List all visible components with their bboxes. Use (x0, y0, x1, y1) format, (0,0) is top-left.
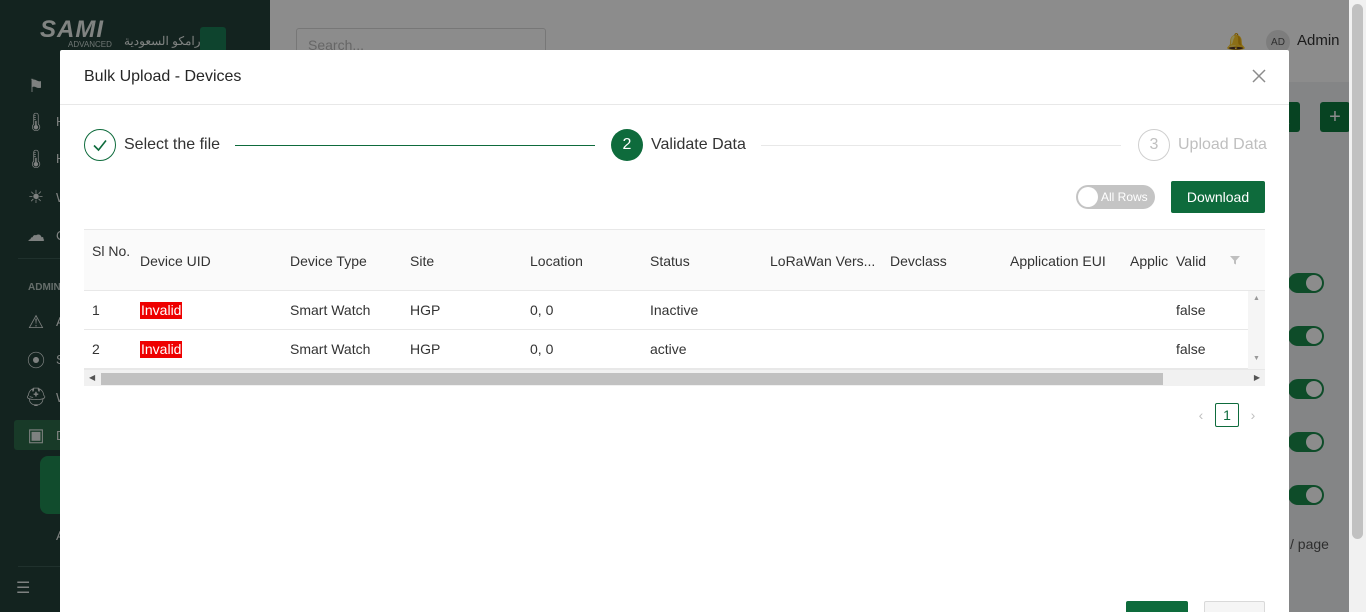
step-title: Upload Data (1178, 136, 1267, 153)
cell-location: 0, 0 (530, 302, 554, 318)
table-toolbar: All Rows Download (84, 181, 1265, 213)
cell-location: 0, 0 (530, 341, 554, 357)
step-number: 2 (611, 129, 643, 161)
cell-device-type: Smart Watch (290, 341, 371, 357)
table-row: 2 Invalid Smart Watch HGP 0, 0 active fa… (84, 330, 1265, 369)
page-scrollbar[interactable] (1349, 0, 1366, 612)
cell-site: HGP (410, 302, 441, 318)
bulk-upload-modal: Bulk Upload - Devices Select the file 2 … (60, 50, 1289, 612)
step-connector-pending (761, 145, 1121, 146)
scroll-right-icon[interactable]: ▶ (1254, 373, 1260, 382)
column-header-device-uid: Device UID (140, 252, 211, 269)
back-button[interactable]: Back (1126, 601, 1188, 612)
pagination: ‹ 1 › (1189, 403, 1265, 427)
cell-sl-no: 1 (92, 302, 100, 318)
modal-header: Bulk Upload - Devices (60, 50, 1289, 105)
step-validate-data: 2 Validate Data (611, 129, 746, 161)
column-header-sl-no: Sl No. (92, 243, 131, 259)
column-header-application-key: Applic (1130, 252, 1169, 269)
column-header-valid: Valid (1176, 252, 1207, 269)
cell-status: Inactive (650, 302, 699, 318)
cell-status: active (650, 341, 687, 357)
table-row: 1 Invalid Smart Watch HGP 0, 0 Inactive … (84, 291, 1265, 330)
validation-table: Sl No. Device UID Device Type Site Locat… (84, 229, 1265, 386)
step-title: Select the file (124, 136, 221, 153)
table-body: 1 Invalid Smart Watch HGP 0, 0 Inactive … (84, 291, 1265, 369)
step-connector-done (235, 145, 595, 146)
toggle-knob (1078, 187, 1098, 207)
column-header-site: Site (410, 252, 435, 269)
scrollbar-thumb[interactable] (1352, 4, 1363, 539)
upload-steps: Select the file 2 Validate Data 3 Upload… (84, 129, 1267, 161)
scroll-left-icon[interactable]: ◀ (89, 373, 95, 382)
prev-page-icon[interactable]: ‹ (1189, 403, 1213, 427)
all-rows-toggle[interactable]: All Rows (1076, 185, 1155, 209)
check-icon (84, 129, 116, 161)
column-header-device-type: Device Type (290, 252, 367, 269)
toggle-label: All Rows (1101, 190, 1148, 204)
table-vertical-scrollbar[interactable]: ▲ ▼ (1248, 291, 1265, 369)
scroll-up-icon[interactable]: ▲ (1253, 295, 1260, 302)
modal-title: Bulk Upload - Devices (84, 68, 242, 85)
cell-site: HGP (410, 341, 441, 357)
filter-icon[interactable] (1229, 253, 1241, 265)
table-header: Sl No. Device UID Device Type Site Locat… (84, 229, 1265, 291)
step-title: Validate Data (651, 136, 746, 153)
column-header-lorawan-version: LoRaWan Vers... (770, 252, 876, 269)
column-header-devclass: Devclass (890, 252, 947, 269)
page-number[interactable]: 1 (1215, 403, 1239, 427)
next-button[interactable]: Next (1204, 601, 1265, 612)
table-horizontal-scrollbar[interactable]: ◀ ▶ (84, 369, 1265, 386)
cell-device-type: Smart Watch (290, 302, 371, 318)
invalid-badge: Invalid (140, 301, 183, 319)
close-icon[interactable] (1249, 66, 1269, 86)
cell-valid: false (1176, 341, 1206, 357)
step-upload-data: 3 Upload Data (1138, 129, 1267, 161)
cell-valid: false (1176, 302, 1206, 318)
column-header-status: Status (650, 252, 690, 269)
step-select-file: Select the file (84, 129, 220, 161)
next-page-icon[interactable]: › (1241, 403, 1265, 427)
column-header-application-eui: Application EUI (1010, 252, 1106, 269)
scrollbar-thumb[interactable] (101, 373, 1163, 385)
cell-sl-no: 2 (92, 341, 100, 357)
invalid-badge: Invalid (140, 340, 183, 358)
download-button[interactable]: Download (1171, 181, 1265, 213)
cell-device-uid: Invalid (140, 330, 183, 368)
column-header-location: Location (530, 252, 583, 269)
cell-device-uid: Invalid (140, 291, 183, 329)
step-number: 3 (1138, 129, 1170, 161)
scroll-down-icon[interactable]: ▼ (1253, 355, 1260, 362)
